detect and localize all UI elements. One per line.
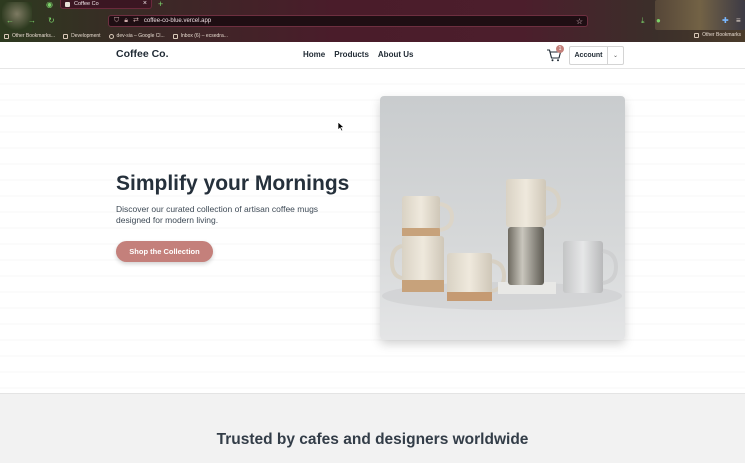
bookmark-item[interactable]: Other Bookmarks...	[4, 33, 55, 39]
tab-close-icon[interactable]: ×	[143, 0, 147, 8]
download-icon[interactable]: ⤓	[641, 17, 645, 25]
back-icon[interactable]: ←	[6, 17, 14, 25]
forward-icon[interactable]: →	[28, 17, 36, 25]
bookmark-item[interactable]: dev-sia – Google Cl...	[108, 33, 165, 39]
bookmark-label: Other Bookmarks...	[12, 33, 56, 39]
bookmark-label: dev-sia – Google Cl...	[116, 33, 165, 39]
folder-icon	[694, 32, 700, 38]
bookmark-item[interactable]: Development	[63, 33, 101, 39]
mail-icon	[172, 33, 178, 39]
nav-about-us[interactable]: About Us	[378, 50, 414, 59]
lock-icon: 🔒︎	[124, 17, 128, 24]
bookmarks-bar: Other Bookmarks... Development dev-sia –…	[0, 31, 745, 41]
browser-chrome: ◉ Coffee Co × + ← → ↻ ⛉ 🔒︎ ⇄ coffee-co-b…	[0, 0, 745, 42]
tab-title: Coffee Co	[74, 1, 99, 7]
bookmark-item[interactable]: Inbox (6) – ecsedra...	[172, 33, 228, 39]
shop-collection-button[interactable]: Shop the Collection	[116, 241, 213, 262]
window-menu-icon[interactable]: ◉	[46, 1, 53, 9]
new-tab-icon[interactable]: +	[158, 0, 163, 9]
trusted-section: Trusted by cafes and designers worldwide	[0, 393, 745, 463]
extension-icon[interactable]: ●	[656, 17, 661, 25]
nav-products[interactable]: Products	[334, 50, 369, 59]
folder-icon	[63, 33, 69, 39]
bookmark-label: Other Bookmarks	[702, 32, 741, 38]
app-menu-icon[interactable]: ≡	[736, 17, 741, 25]
url-text: coffee-co-blue.vercel.app	[143, 18, 212, 24]
hero-section: Simplify your Mornings Discover our cura…	[0, 69, 745, 393]
tab-favicon-icon	[65, 1, 70, 7]
trusted-title: Trusted by cafes and designers worldwide	[216, 431, 529, 448]
tab-strip: ◉ Coffee Co × +	[0, 0, 745, 10]
folder-icon	[4, 33, 9, 39]
site-controls-icon[interactable]: ⇄	[133, 17, 139, 25]
globe-icon	[108, 33, 114, 39]
site-logo[interactable]: Coffee Co.	[116, 48, 169, 60]
cart-count-badge: 1	[556, 45, 564, 53]
nav-home[interactable]: Home	[303, 50, 325, 59]
browser-tab[interactable]: Coffee Co ×	[60, 0, 152, 9]
account-dropdown-button[interactable]: ⌄	[608, 47, 623, 64]
coffee-mugs-photo	[380, 96, 625, 340]
account-button[interactable]: Account	[570, 47, 608, 64]
hero-description: Discover our curated collection of artis…	[116, 204, 319, 225]
site-header: Coffee Co. Home Products About Us 1 Acco…	[0, 42, 745, 69]
bookmark-label: Development	[71, 33, 101, 39]
chevron-down-icon: ⌄	[612, 53, 619, 59]
bookmark-star-icon[interactable]: ☆	[576, 17, 583, 26]
extensions-menu-icon[interactable]: ✚	[722, 17, 729, 25]
mouse-cursor-icon	[337, 121, 345, 132]
bookmark-label: Inbox (6) – ecsedra...	[180, 33, 228, 39]
hero-image	[380, 96, 625, 340]
address-bar[interactable]: ⛉ 🔒︎ ⇄ coffee-co-blue.vercel.app ☆	[108, 15, 588, 27]
other-bookmarks[interactable]: Other Bookmarks	[694, 32, 741, 38]
account-menu: Account ⌄	[569, 46, 624, 65]
main-nav: Home Products About Us	[303, 50, 413, 59]
reload-icon[interactable]: ↻	[48, 17, 55, 25]
shield-icon: ⛉	[114, 17, 120, 24]
hero-title: Simplify your Mornings	[116, 172, 350, 195]
